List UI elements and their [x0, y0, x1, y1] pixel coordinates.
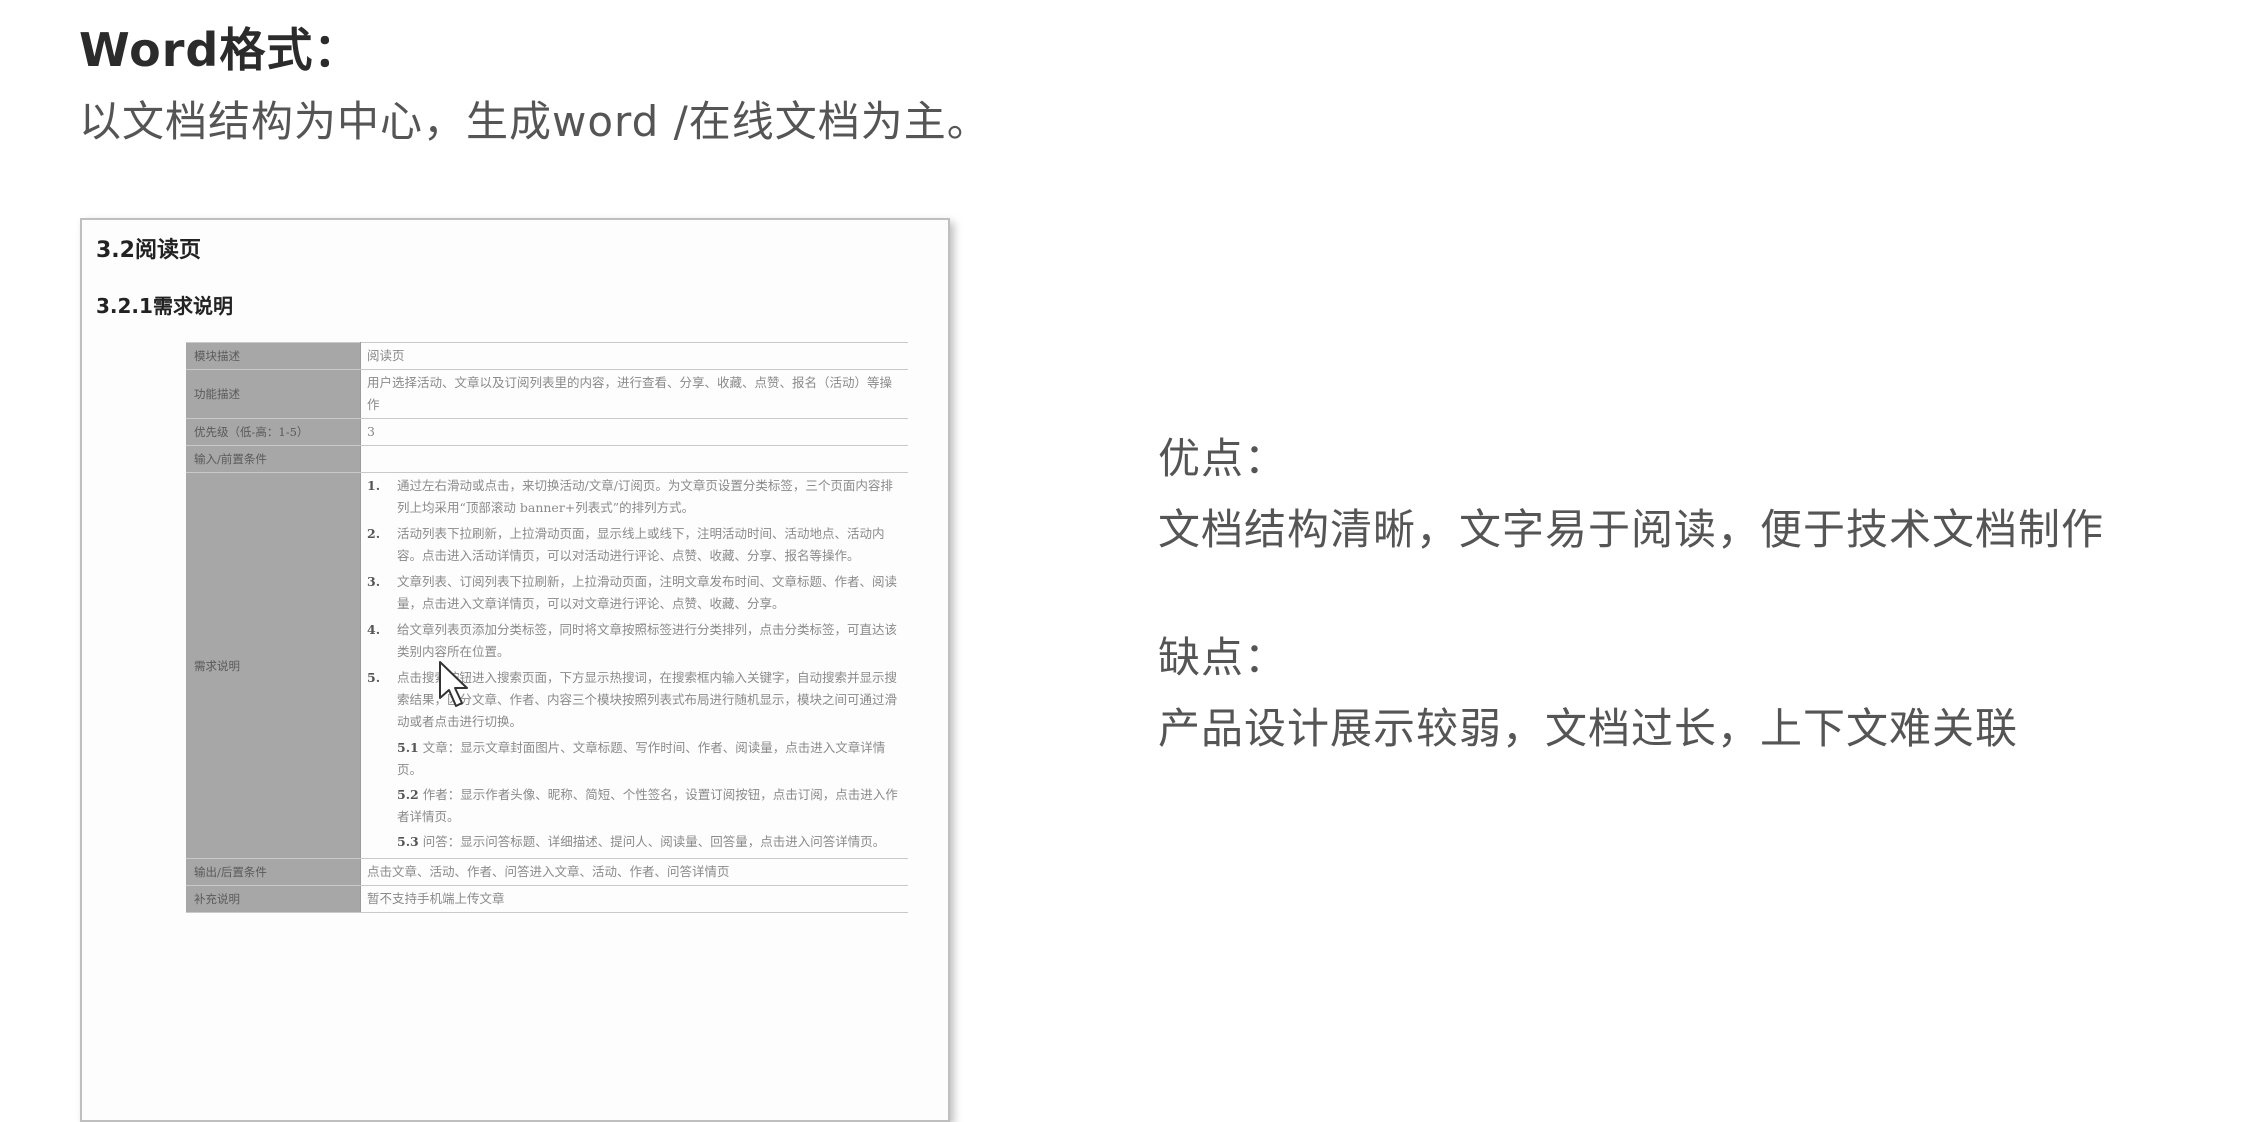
list-item: 1. 通过左右滑动或点击，来切换活动/文章/订阅页。为文章页设置分类标签，三个页… — [367, 475, 902, 519]
row-label: 输出/后置条件 — [186, 858, 361, 886]
doc-section-title: 3.2阅读页 — [96, 238, 201, 263]
page-title: Word格式： — [79, 23, 361, 77]
row-label: 模块描述 — [186, 342, 361, 370]
table-row: 优先级（低-高：1-5） 3 — [186, 418, 908, 446]
page-subtitle: 以文档结构为中心，生成word /在线文档为主。 — [79, 97, 990, 146]
table-row: 输出/后置条件 点击文章、活动、作者、问答进入文章、活动、作者、问答详情页 — [186, 858, 908, 886]
row-value — [360, 445, 908, 473]
row-value: 点击文章、活动、作者、问答进入文章、活动、作者、问答详情页 — [360, 858, 908, 886]
cons-text: 产品设计展示较弱，文档过长，上下文难关联 — [1158, 704, 2019, 753]
table-row: 模块描述 阅读页 — [186, 342, 908, 370]
table-row: 输入/前置条件 — [186, 445, 908, 473]
subitem-number: 5.3 — [397, 834, 419, 849]
sub-list-item: 5.3 问答：显示问答标题、详细描述、提问人、阅读量、回答量，点击进入问答详情页。 — [367, 831, 902, 853]
row-value: 暂不支持手机端上传文章 — [360, 885, 908, 913]
item-text: 活动列表下拉刷新，上拉滑动页面，显示线上或线下，注明活动时间、活动地点、活动内容… — [397, 526, 885, 563]
mouse-cursor-icon — [439, 661, 468, 707]
row-label: 需求说明 — [186, 472, 361, 859]
item-number: 1. — [367, 478, 381, 493]
subitem-text: 作者：显示作者头像、昵称、简短、个性签名，设置订阅按钮，点击订阅，点击进入作者详… — [397, 787, 898, 824]
row-value: 用户选择活动、文章以及订阅列表里的内容，进行查看、分享、收藏、点赞、报名（活动）… — [360, 369, 908, 419]
item-text: 点击搜索按钮进入搜索页面，下方显示热搜词，在搜索框内输入关键字，自动搜索并显示搜… — [397, 670, 898, 729]
row-value: 阅读页 — [360, 342, 908, 370]
list-item: 3. 文章列表、订阅列表下拉刷新，上拉滑动页面，注明文章发布时间、文章标题、作者… — [367, 571, 902, 615]
pros-title: 优点： — [1158, 434, 1288, 483]
subitem-number: 5.2 — [397, 787, 419, 802]
row-label: 功能描述 — [186, 369, 361, 419]
item-number: 2. — [367, 526, 381, 541]
item-number: 3. — [367, 574, 381, 589]
document-screenshot: 3.2阅读页 3.2.1需求说明 模块描述 阅读页 功能描述 用户选择活动、文章… — [80, 218, 950, 1122]
requirement-table: 模块描述 阅读页 功能描述 用户选择活动、文章以及订阅列表里的内容，进行查看、分… — [186, 342, 908, 913]
item-text: 通过左右滑动或点击，来切换活动/文章/订阅页。为文章页设置分类标签，三个页面内容… — [397, 478, 893, 515]
table-row: 需求说明 1. 通过左右滑动或点击，来切换活动/文章/订阅页。为文章页设置分类标… — [186, 472, 908, 859]
table-row: 功能描述 用户选择活动、文章以及订阅列表里的内容，进行查看、分享、收藏、点赞、报… — [186, 369, 908, 419]
doc-subsection-title: 3.2.1需求说明 — [96, 294, 233, 318]
row-label: 优先级（低-高：1-5） — [186, 418, 361, 446]
subitem-number: 5.1 — [397, 740, 419, 755]
row-label: 输入/前置条件 — [186, 445, 361, 473]
subitem-text: 问答：显示问答标题、详细描述、提问人、阅读量、回答量，点击进入问答详情页。 — [422, 834, 886, 849]
item-text: 给文章列表页添加分类标签，同时将文章按照标签进行分类排列，点击分类标签，可直达该… — [397, 622, 898, 659]
row-value: 3 — [360, 418, 908, 446]
row-label: 补充说明 — [186, 885, 361, 913]
cons-title: 缺点： — [1158, 633, 1288, 682]
table-row: 补充说明 暂不支持手机端上传文章 — [186, 885, 908, 913]
item-text: 文章列表、订阅列表下拉刷新，上拉滑动页面，注明文章发布时间、文章标题、作者、阅读… — [397, 574, 898, 611]
list-item: 4. 给文章列表页添加分类标签，同时将文章按照标签进行分类排列，点击分类标签，可… — [367, 619, 902, 663]
item-number: 5. — [367, 670, 381, 685]
pros-text: 文档结构清晰，文字易于阅读，便于技术文档制作 — [1158, 505, 2105, 554]
subitem-text: 文章：显示文章封面图片、文章标题、写作时间、作者、阅读量，点击进入文章详情页。 — [397, 740, 886, 777]
sub-list-item: 5.1 文章：显示文章封面图片、文章标题、写作时间、作者、阅读量，点击进入文章详情… — [367, 737, 902, 781]
list-item: 2. 活动列表下拉刷新，上拉滑动页面，显示线上或线下，注明活动时间、活动地点、活… — [367, 523, 902, 567]
item-number: 4. — [367, 622, 381, 637]
sub-list-item: 5.2 作者：显示作者头像、昵称、简短、个性签名，设置订阅按钮，点击订阅，点击进入… — [367, 784, 902, 828]
